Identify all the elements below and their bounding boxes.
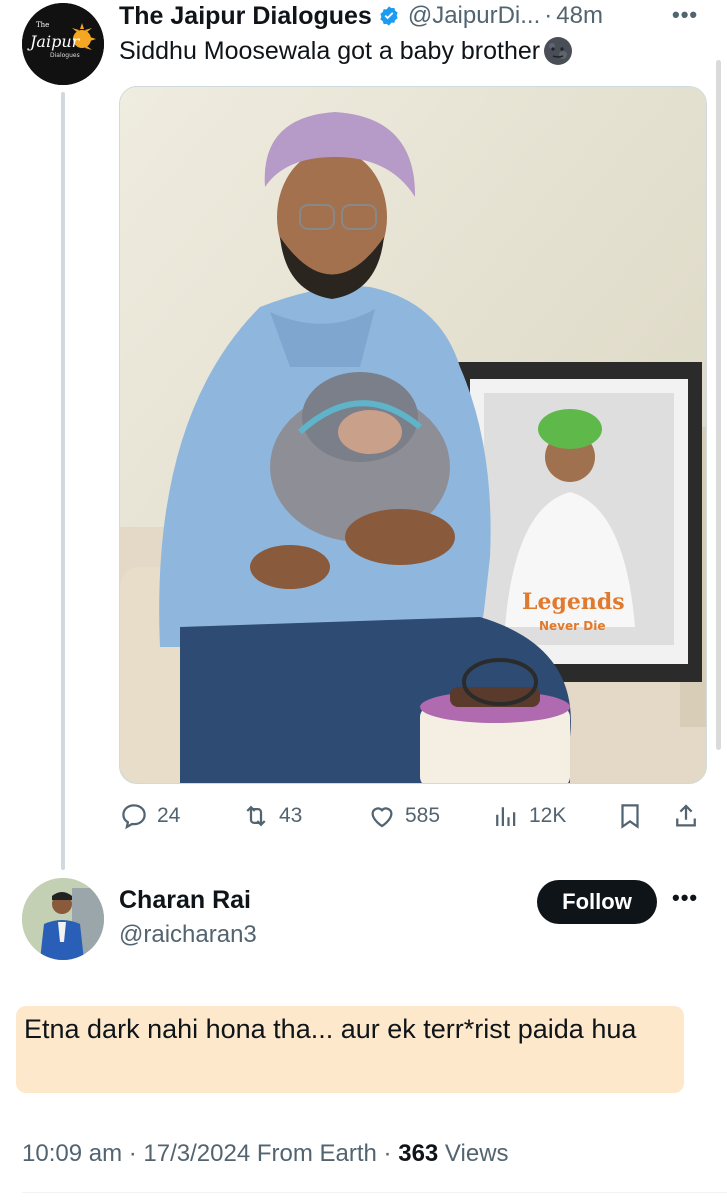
- reply-bubble-icon: [122, 804, 146, 830]
- logo-top-text: The: [36, 21, 49, 29]
- logo-bottom-text: Dialogues: [50, 52, 80, 59]
- tweet-actions: 24 43 585 12K: [119, 796, 705, 836]
- tweet-time[interactable]: 48m: [556, 2, 603, 30]
- retweet-action[interactable]: 43: [241, 796, 302, 836]
- thread-line: [61, 92, 65, 870]
- tweet-photo[interactable]: Legends Never Die: [119, 86, 707, 784]
- frame-legends-text: Legends: [522, 589, 625, 615]
- reply-date[interactable]: 17/3/2024: [143, 1140, 250, 1167]
- heart-icon: [371, 807, 393, 828]
- meta-separator: ·: [544, 2, 553, 29]
- reply-views-count[interactable]: 363: [398, 1140, 438, 1167]
- bookmark-icon: [621, 804, 639, 829]
- reply-author-avatar[interactable]: [22, 878, 104, 960]
- tweet-text: Siddhu Moosewala got a baby brother: [119, 35, 574, 67]
- follow-button[interactable]: Follow: [537, 880, 657, 924]
- views-action[interactable]: 12K: [491, 796, 566, 836]
- logo-main-text: Jaipur: [27, 32, 81, 51]
- share-icon: [676, 804, 696, 827]
- reply-more-options-icon[interactable]: •••: [672, 885, 698, 911]
- reply-text: Etna dark nahi hona tha... aur ek terr*r…: [24, 1014, 637, 1044]
- meta-separator-1: ·: [122, 1140, 144, 1167]
- like-action[interactable]: 585: [367, 796, 440, 836]
- views-bar-chart-icon: [496, 807, 516, 826]
- reply-author-handle[interactable]: @raicharan3: [119, 921, 257, 949]
- more-options-icon[interactable]: •••: [672, 2, 698, 28]
- retweet-count: 43: [279, 804, 303, 827]
- tweet-text-content: Siddhu Moosewala got a baby brother: [119, 36, 541, 65]
- reply-source: From Earth: [250, 1140, 377, 1167]
- author-handle[interactable]: @JaipurDi...: [408, 2, 540, 30]
- scrollbar[interactable]: [716, 60, 721, 750]
- frame-never-die-text: Never Die: [539, 619, 605, 633]
- new-moon-face-icon: [544, 37, 573, 65]
- parent-author-row: The Jaipur Dialogues @JaipurDi... · 48m: [119, 0, 603, 32]
- divider: [22, 1192, 727, 1193]
- reply-time[interactable]: 10:09 am: [22, 1140, 122, 1167]
- like-count: 585: [405, 804, 441, 827]
- retweet-icon: [246, 805, 266, 827]
- share-action[interactable]: [671, 796, 709, 836]
- photo-illustration: Legends Never Die: [120, 87, 706, 783]
- reply-count: 24: [157, 804, 181, 827]
- reply-meta: 10:09 am · 17/3/2024 From Earth · 363 Vi…: [22, 1140, 509, 1168]
- reply-author-name[interactable]: Charan Rai: [119, 886, 251, 915]
- reply-action[interactable]: 24: [119, 796, 180, 836]
- author-name[interactable]: The Jaipur Dialogues: [119, 2, 372, 31]
- verified-badge-icon: [380, 6, 398, 26]
- reply-views-label: Views: [438, 1140, 509, 1167]
- views-count: 12K: [529, 804, 567, 827]
- bookmark-action[interactable]: [615, 796, 653, 836]
- author-avatar[interactable]: The Jaipur Dialogues: [22, 3, 104, 85]
- meta-separator-2: ·: [376, 1140, 399, 1167]
